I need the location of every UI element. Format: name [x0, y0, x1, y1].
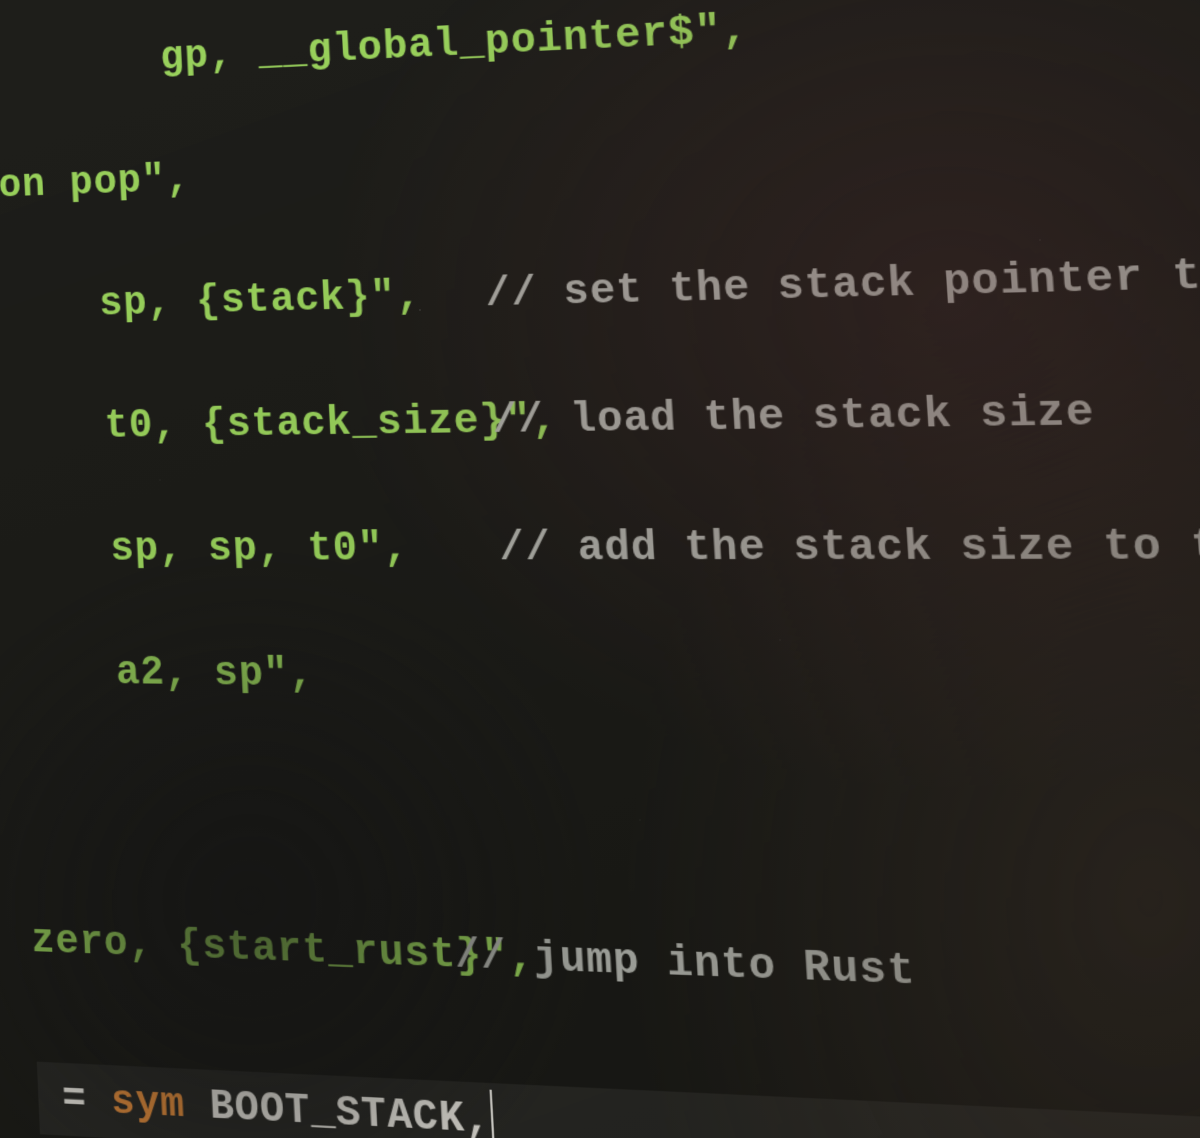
asm-string: t0, {stack_size}",: [8, 398, 493, 450]
code-line-current[interactable]: = sym BOOT_STACK,: [37, 1062, 1200, 1138]
code-line[interactable]: a2, sp",: [19, 650, 1200, 740]
comment: // jump into Rust: [454, 932, 917, 997]
identifier: BOOT_STACK,: [184, 1083, 492, 1138]
code-line[interactable]: sp, sp, t0", // add the stack size to th…: [13, 521, 1200, 597]
code-line[interactable]: on pop",: [0, 100, 1200, 230]
comment: // add the stack size to the stack poi: [498, 521, 1200, 573]
asm-string: on pop",: [0, 157, 192, 209]
code-line[interactable]: gp, __global_pointer$",: [0, 0, 1200, 109]
comment: // load the stack size: [491, 389, 1096, 445]
code-line[interactable]: t0, {stack_size}", // load the stack siz…: [8, 379, 1200, 471]
asm-string: sp, {stack}",: [3, 272, 487, 330]
asm-string: sp, sp, t0",: [13, 525, 500, 572]
code-editor-viewport[interactable]: gp, __global_pointer$", on pop", sp, {st…: [0, 0, 1200, 1138]
comment: // set the stack pointer to the bottom: [484, 242, 1200, 318]
asm-string: a2, sp",: [19, 650, 315, 699]
code-line[interactable]: sp, {stack}", // set the stack pointer t…: [3, 239, 1200, 350]
asm-string: zero, {start_rust}",: [31, 918, 457, 980]
asm-string: gp, __global_pointer$",: [0, 7, 750, 89]
keyword-sym: sym: [110, 1079, 186, 1129]
code-line[interactable]: zero, {start_rust}", // jump into Rust: [31, 918, 1200, 1053]
text: =: [37, 1076, 112, 1126]
